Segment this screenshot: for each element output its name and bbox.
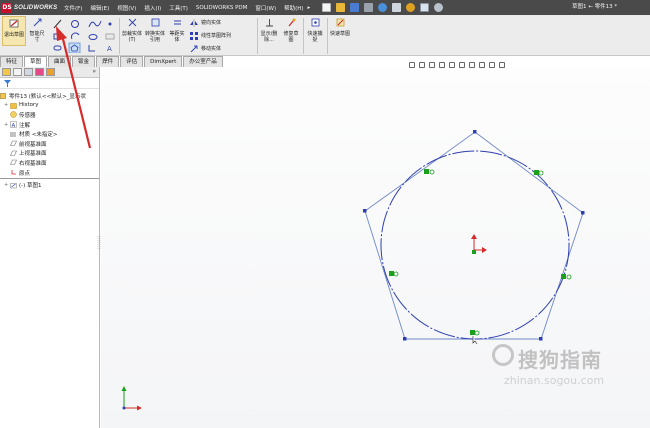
sogou-watermark: 搜狗指南 zhinan.sogou.com xyxy=(492,344,638,404)
sogou-logo-icon xyxy=(492,344,514,366)
tangent-relation-icon[interactable] xyxy=(534,170,544,176)
tangent-relation-icon[interactable] xyxy=(424,169,435,175)
watermark-en: zhinan.sogou.com xyxy=(504,374,605,387)
mouse-cursor-icon xyxy=(472,336,478,345)
tangent-relation-icon[interactable] xyxy=(561,274,572,280)
tangent-relation-icon[interactable] xyxy=(470,330,480,336)
watermark-cn: 搜狗指南 xyxy=(518,348,602,372)
reference-triad xyxy=(121,386,142,411)
tangent-relation-icon[interactable] xyxy=(389,271,399,277)
sketch-origin-icon xyxy=(471,234,487,254)
tutorial-red-arrow xyxy=(56,26,92,149)
